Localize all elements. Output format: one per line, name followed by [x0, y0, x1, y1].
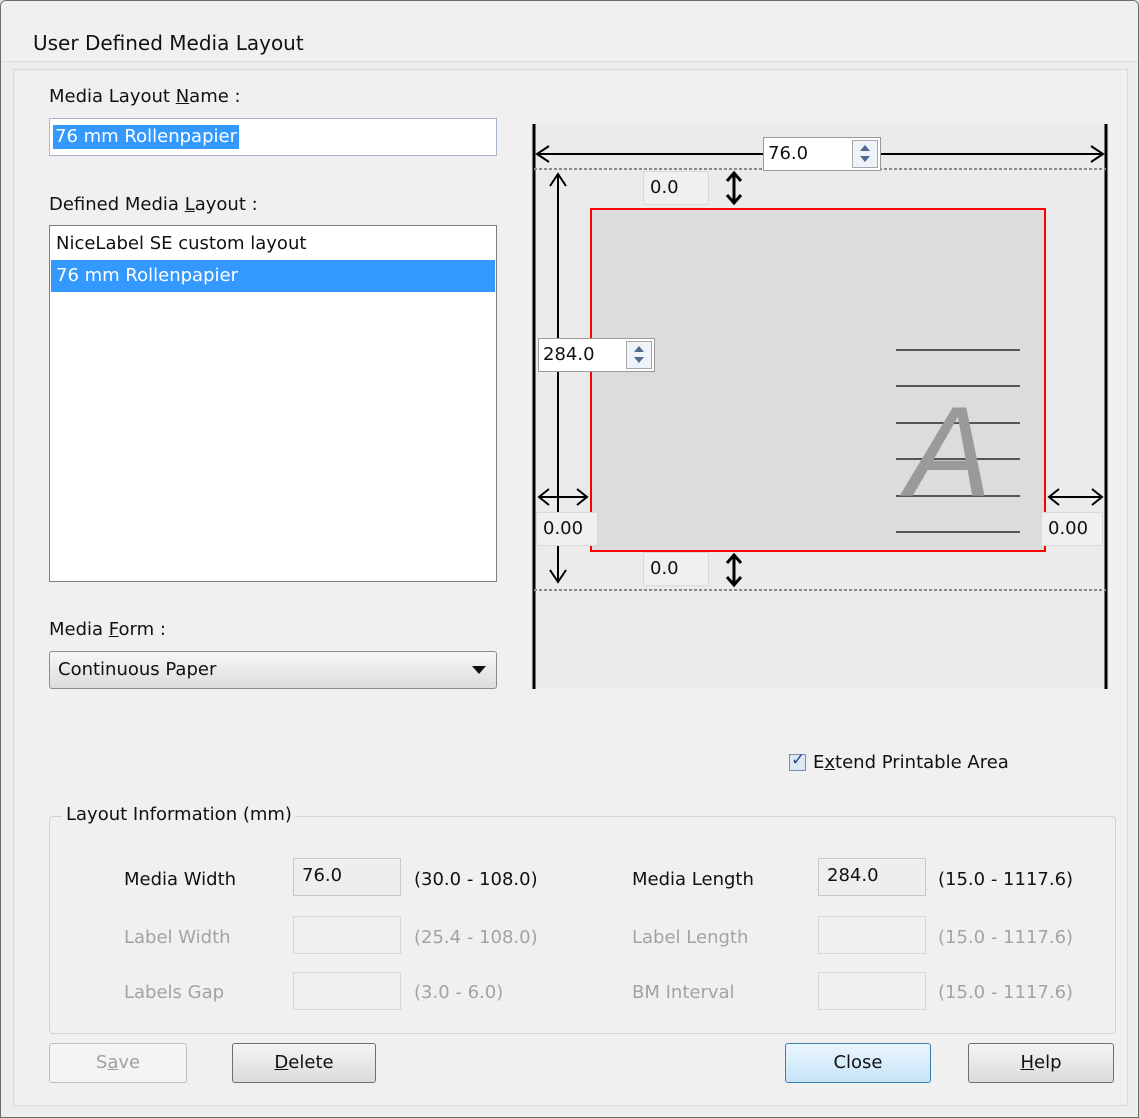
- preview-diagram: A: [532, 124, 1108, 689]
- dialog-window: User Defined Media Layout Media Layout N…: [0, 0, 1139, 1118]
- top-margin-value: 0.0: [650, 177, 679, 198]
- bm-interval-label: BM Interval: [632, 982, 735, 1003]
- media-width-label: Media Width: [124, 869, 237, 890]
- label-width-field: [293, 916, 401, 954]
- media-length-value: 284.0: [827, 865, 879, 886]
- delete-button[interactable]: Delete: [232, 1043, 376, 1083]
- defined-media-layout-label: Defined Media Layout :: [49, 194, 258, 215]
- spin-buttons[interactable]: [626, 341, 652, 369]
- layout-information-title: Layout Information (mm): [62, 804, 296, 825]
- media-layout-name-value: 76 mm Rollenpapier: [53, 125, 239, 149]
- labels-gap-label: Labels Gap: [124, 982, 225, 1003]
- media-form-value: Continuous Paper: [58, 659, 217, 680]
- length-value: 284.0: [543, 344, 595, 365]
- width-value: 76.0: [768, 143, 809, 164]
- save-button[interactable]: Save: [49, 1043, 187, 1083]
- media-width-field: 76.0: [293, 858, 401, 896]
- labels-gap-range: (3.0 - 6.0): [414, 982, 504, 1003]
- bottom-margin-value: 0.0: [650, 558, 679, 579]
- layout-information-group: Layout Information (mm) Media Width 76.0…: [49, 804, 1116, 1034]
- labels-gap-field: [293, 972, 401, 1010]
- left-margin-value: 0.00: [543, 518, 584, 539]
- label-width-range: (25.4 - 108.0): [414, 927, 538, 948]
- right-margin-value: 0.00: [1048, 518, 1089, 539]
- media-length-label: Media Length: [632, 869, 754, 890]
- top-margin-field: 0.0: [643, 171, 709, 205]
- media-layout-name-input[interactable]: 76 mm Rollenpapier: [49, 118, 497, 156]
- close-button[interactable]: Close: [785, 1043, 931, 1083]
- layout-preview: A 76.0 0.0 284.0 0.00 0.00 0.0: [531, 124, 1109, 689]
- media-width-value: 76.0: [302, 865, 343, 886]
- list-item[interactable]: NiceLabel SE custom layout: [51, 228, 495, 260]
- bm-interval-range: (15.0 - 1117.6): [938, 982, 1074, 1003]
- defined-media-layout-list[interactable]: NiceLabel SE custom layout 76 mm Rollenp…: [49, 225, 497, 582]
- extend-printable-area-label: Extend Printable Area: [813, 752, 1009, 773]
- label-length-label: Label Length: [632, 927, 749, 948]
- width-spinner[interactable]: 76.0: [763, 137, 881, 171]
- list-item-selected[interactable]: 76 mm Rollenpapier: [51, 260, 495, 292]
- bm-interval-field: [818, 972, 926, 1010]
- spin-buttons[interactable]: [852, 140, 878, 168]
- media-form-select[interactable]: Continuous Paper: [49, 651, 497, 689]
- help-button[interactable]: Help: [968, 1043, 1114, 1083]
- sample-glyph: A: [899, 381, 991, 524]
- label-length-range: (15.0 - 1117.6): [938, 927, 1074, 948]
- label-width-label: Label Width: [124, 927, 231, 948]
- top-margin-arrow-icon: [725, 170, 743, 206]
- label-length-field: [818, 916, 926, 954]
- media-form-label: Media Form :: [49, 619, 166, 640]
- window-title: User Defined Media Layout: [33, 31, 304, 55]
- bottom-margin-arrow-icon: [725, 552, 743, 588]
- media-length-range: (15.0 - 1117.6): [938, 869, 1074, 890]
- media-length-field: 284.0: [818, 858, 926, 896]
- left-margin-field: 0.00: [536, 512, 598, 546]
- checkbox-box[interactable]: ✓: [789, 750, 806, 771]
- right-margin-field: 0.00: [1041, 512, 1103, 546]
- checkmark-icon: ✓: [791, 750, 806, 770]
- dialog-body: Media Layout Name : 76 mm Rollenpapier D…: [13, 69, 1128, 1106]
- dropdown-arrow-icon: [472, 666, 486, 674]
- bottom-margin-field: 0.0: [643, 552, 709, 586]
- title-bar[interactable]: User Defined Media Layout: [1, 1, 1138, 62]
- media-layout-name-label: Media Layout Name :: [49, 86, 241, 107]
- media-width-range: (30.0 - 108.0): [414, 869, 538, 890]
- length-spinner[interactable]: 284.0: [538, 338, 655, 372]
